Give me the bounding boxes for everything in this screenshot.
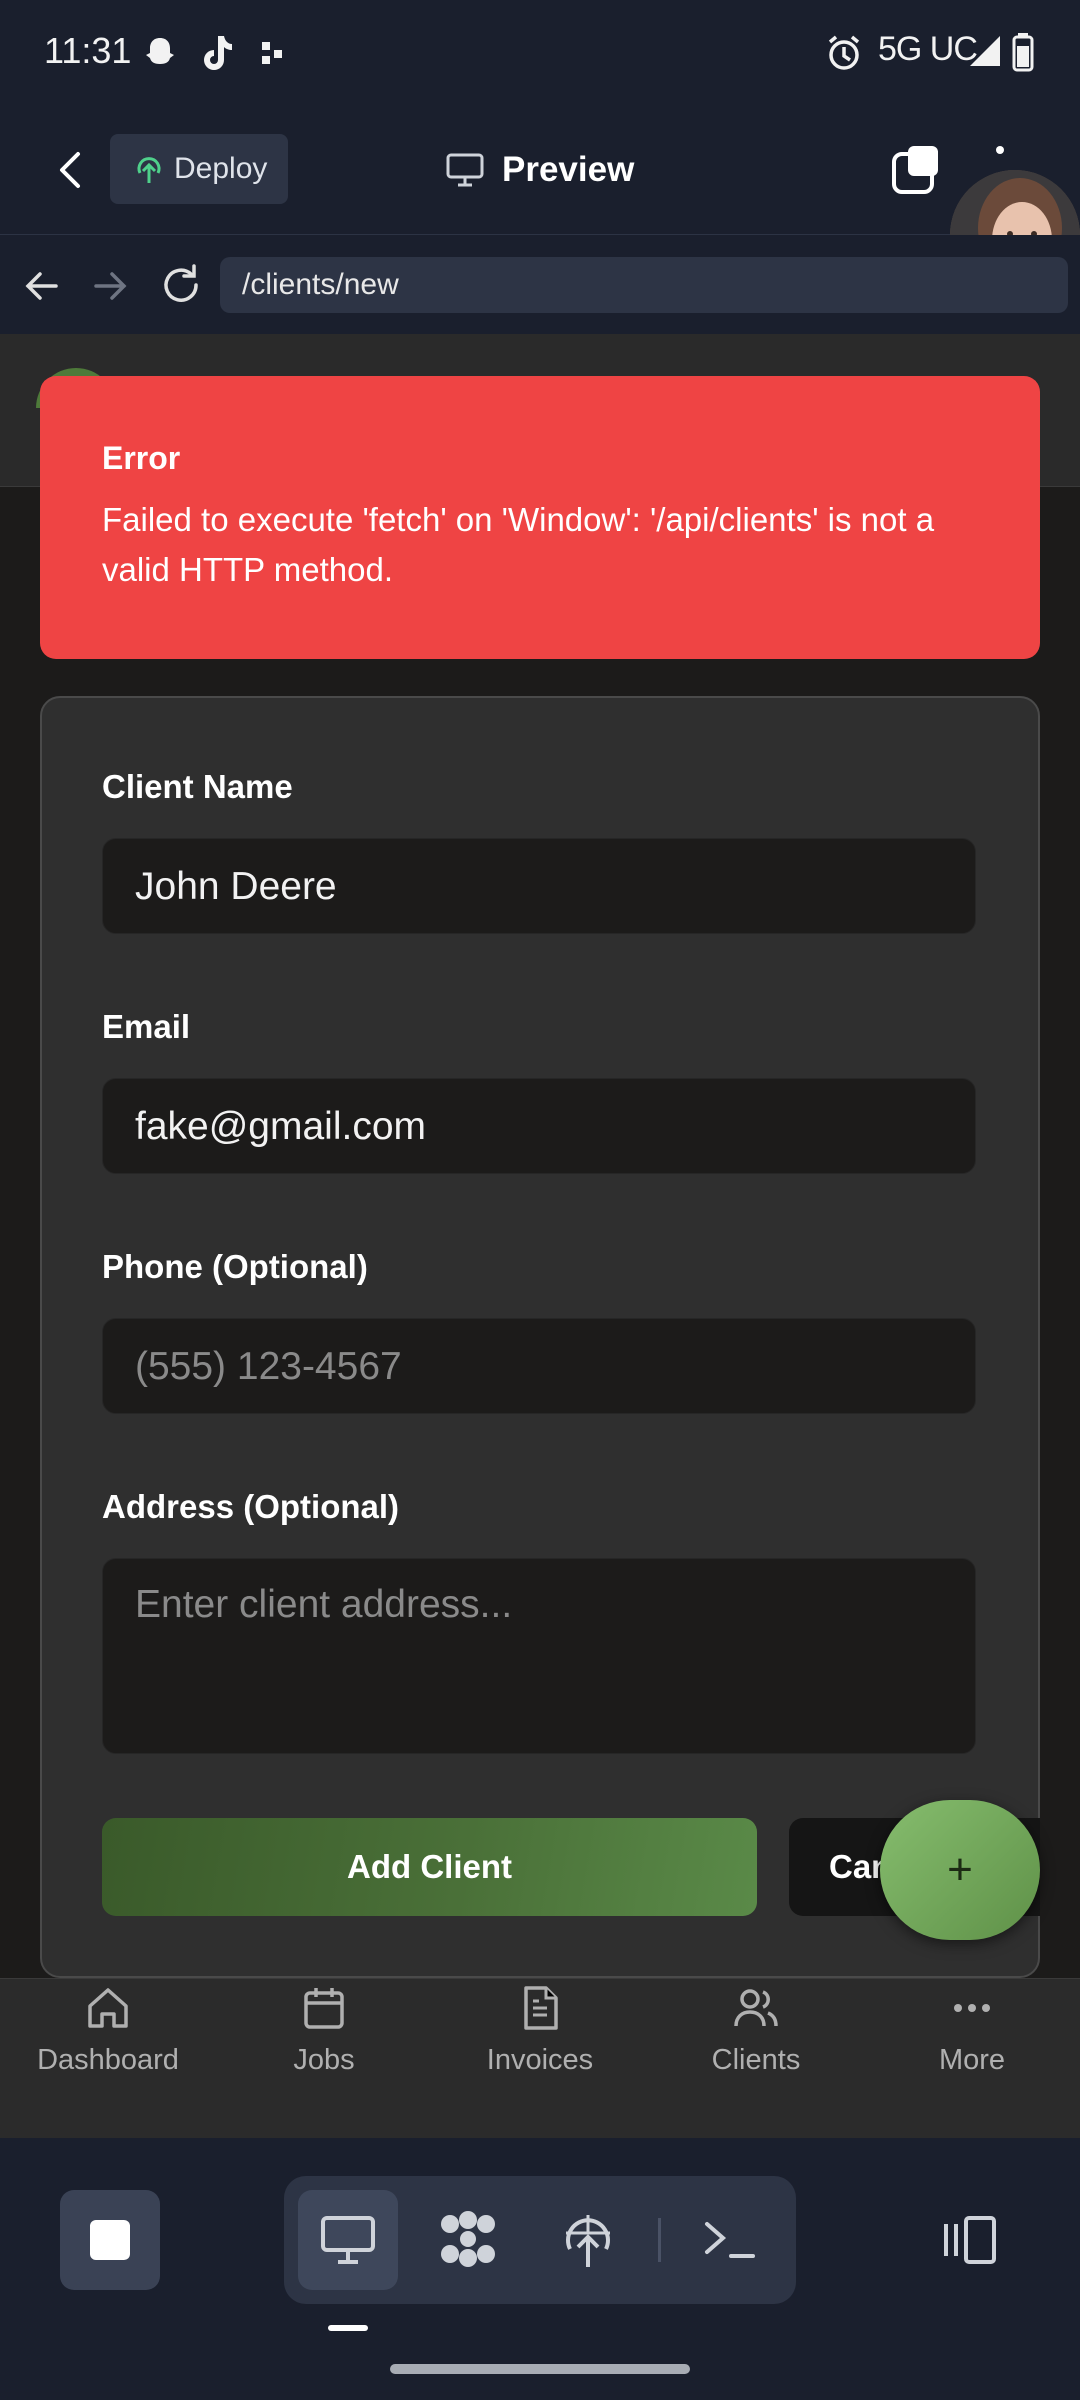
phone-field[interactable]: (555) 123-4567	[102, 1318, 976, 1414]
nav-item-clients[interactable]: Clients	[648, 1984, 864, 2104]
monitor-icon	[446, 153, 484, 187]
document-icon	[524, 1986, 558, 2030]
monitor-icon	[321, 2216, 375, 2264]
nav-item-dashboard[interactable]: Dashboard	[0, 1984, 216, 2104]
nav-item-invoices[interactable]: Invoices	[432, 1984, 648, 2104]
client-name-input[interactable]: John Deere	[102, 838, 976, 934]
error-toast[interactable]: Error Failed to execute 'fetch' on 'Wind…	[40, 376, 1040, 659]
url-input[interactable]: /clients/new	[220, 257, 1068, 313]
split-view-button[interactable]	[920, 2190, 1020, 2290]
address-textarea[interactable]: Enter client address...	[102, 1558, 976, 1754]
chevron-left-icon	[60, 152, 80, 188]
split-view-icon	[944, 2216, 996, 2264]
reload-icon	[164, 264, 198, 302]
browser-back-button[interactable]	[20, 264, 64, 308]
error-message: Failed to execute 'fetch' on 'Window': '…	[102, 501, 935, 588]
error-title: Error	[102, 440, 181, 476]
home-icon	[88, 1988, 128, 2028]
nav-item-more[interactable]: More	[864, 1984, 1080, 2104]
address-placeholder: Enter client address...	[135, 1583, 513, 1626]
email-field[interactable]: fake@gmail.com	[102, 1078, 976, 1174]
deploy-button[interactable]: Deploy	[110, 134, 288, 204]
nav-label-jobs: Jobs	[293, 2044, 355, 2076]
terminal-tool-button[interactable]	[680, 2190, 780, 2290]
deploy-icon	[137, 157, 161, 183]
email-value: fake@gmail.com	[135, 1105, 427, 1148]
address-label: Address (Optional)	[102, 1488, 400, 1525]
plus-icon: +	[947, 1845, 973, 1894]
tabs-icon	[892, 146, 938, 194]
preview-tool-button[interactable]	[298, 2190, 398, 2290]
network-label: 5G UC	[878, 30, 978, 68]
nav-label-dashboard: Dashboard	[37, 2044, 179, 2076]
arrow-left-icon	[25, 272, 58, 300]
agent-icon	[441, 2211, 495, 2267]
reload-button[interactable]	[158, 262, 204, 308]
nav-label-invoices: Invoices	[486, 2044, 594, 2076]
client-name-label: Client Name	[102, 768, 293, 805]
status-time: 11:31	[44, 30, 132, 71]
active-tab-indicator	[328, 2325, 368, 2331]
add-client-button[interactable]: Add Client	[102, 1818, 757, 1916]
nav-label-more: More	[938, 2044, 1006, 2076]
phone-placeholder: (555) 123-4567	[135, 1345, 402, 1388]
gesture-bar[interactable]	[390, 2364, 690, 2374]
users-icon	[734, 1989, 778, 2027]
app-dots-icon	[260, 40, 286, 66]
fab-add-button[interactable]: +	[880, 1800, 1040, 1940]
signal-icon	[968, 34, 1002, 68]
nav-item-jobs[interactable]: Jobs	[216, 1984, 432, 2104]
more-dots-icon	[954, 2004, 990, 2012]
toolbar-divider	[658, 2218, 661, 2262]
phone-label: Phone (Optional)	[102, 1248, 368, 1285]
tiktok-icon	[196, 32, 236, 74]
client-name-value: John Deere	[135, 865, 337, 908]
battery-icon	[1012, 32, 1034, 72]
stop-button[interactable]	[60, 2190, 160, 2290]
back-button[interactable]	[40, 140, 100, 200]
preview-tab[interactable]: Preview	[446, 142, 634, 198]
calendar-icon	[304, 1988, 344, 2029]
nav-label-clients: Clients	[711, 2044, 801, 2076]
deploy-tool-button[interactable]	[538, 2190, 638, 2290]
email-label: Email	[102, 1008, 191, 1045]
deploy-icon	[566, 2215, 610, 2267]
stop-icon	[90, 2220, 130, 2260]
arrow-right-icon	[94, 272, 127, 300]
page-title: Preview	[502, 150, 635, 189]
alarm-icon	[826, 34, 862, 72]
agent-tool-button[interactable]	[418, 2190, 518, 2290]
deploy-label: Deploy	[174, 152, 268, 185]
tabs-button[interactable]	[890, 144, 942, 196]
browser-forward-button[interactable]	[88, 264, 132, 308]
snapchat-icon	[140, 34, 180, 74]
terminal-icon	[705, 2222, 755, 2258]
